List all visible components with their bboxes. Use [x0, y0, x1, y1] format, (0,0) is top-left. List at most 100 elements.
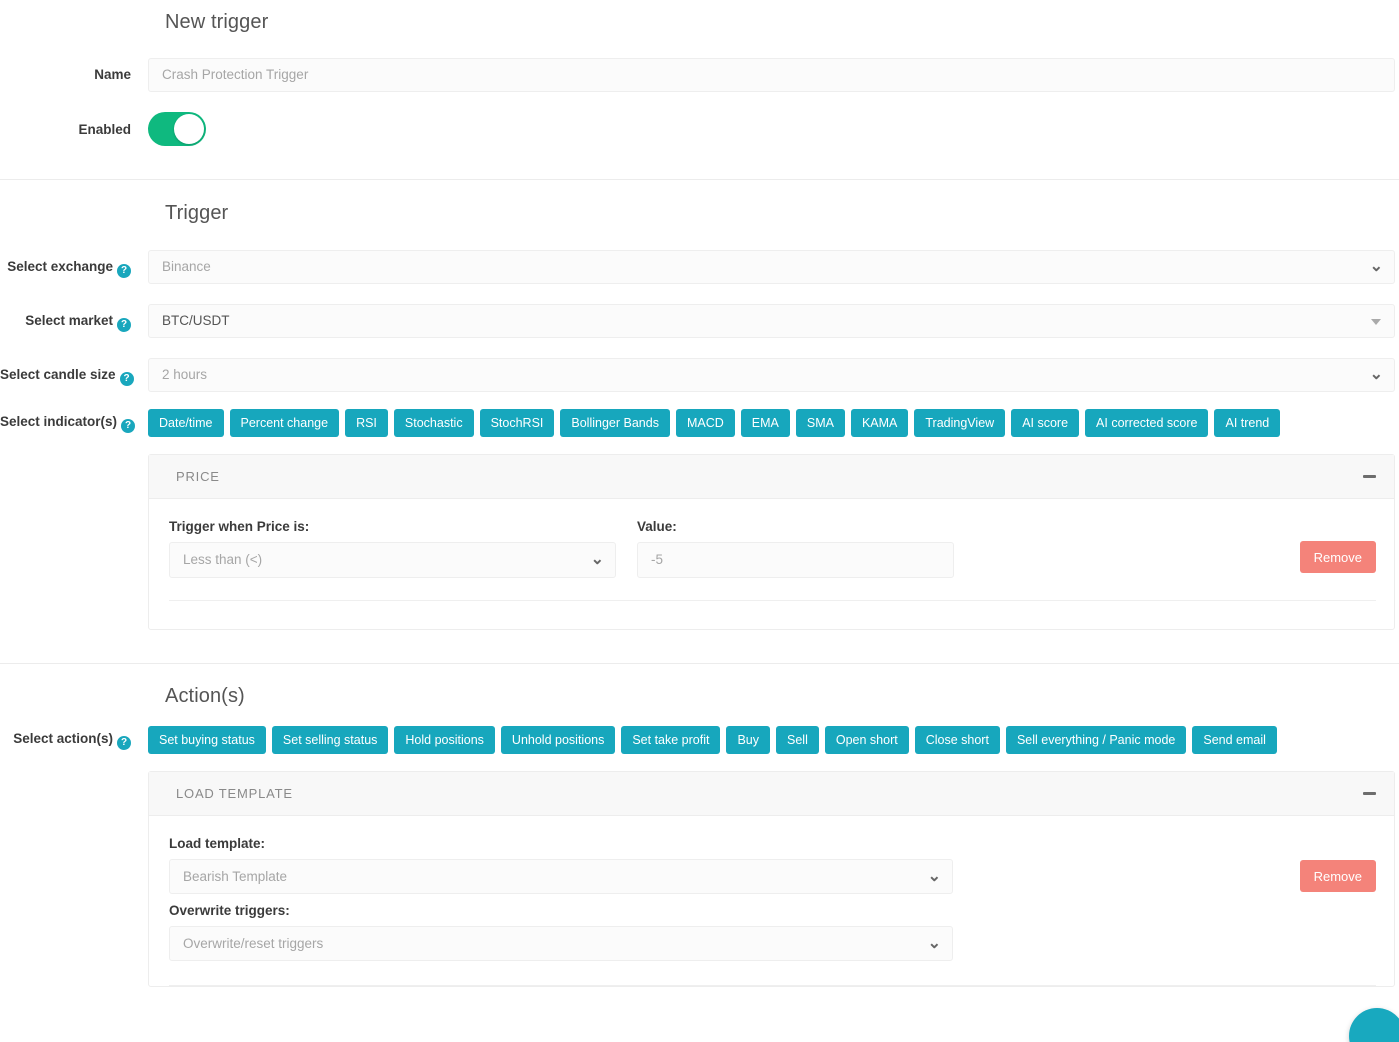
action-button-set-buying-status[interactable]: Set buying status: [148, 726, 266, 754]
price-panel-header: PRICE: [149, 455, 1394, 499]
price-condition-select[interactable]: Less than (<): [169, 542, 616, 578]
help-icon[interactable]: ?: [117, 264, 131, 278]
action-button-unhold-positions[interactable]: Unhold positions: [500, 726, 616, 754]
price-panel: PRICE Trigger when Price is: Less than (…: [148, 454, 1395, 630]
exchange-label: Select exchange?: [0, 250, 148, 278]
action-button-hold-positions[interactable]: Hold positions: [394, 726, 495, 754]
exchange-row: Select exchange? Binance ⌄: [0, 250, 1399, 284]
exchange-select-wrap: Binance ⌄: [148, 250, 1395, 284]
indicators-row: Select indicator(s)? Date/time Percent ch…: [0, 409, 1399, 630]
new-trigger-title: New trigger: [165, 11, 269, 33]
price-condition-group: Trigger when Price is: Less than (<) ⌄: [169, 519, 616, 578]
name-label: Name: [94, 67, 131, 82]
candle-size-label: Select candle size?: [0, 358, 148, 386]
indicator-button-percent-change[interactable]: Percent change: [229, 409, 340, 437]
indicator-button-ai-corrected-score[interactable]: AI corrected score: [1085, 409, 1209, 437]
action-button-close-short[interactable]: Close short: [914, 726, 1000, 754]
help-icon[interactable]: ?: [119, 372, 134, 386]
indicator-button-rsi[interactable]: RSI: [345, 409, 388, 437]
load-template-remove-wrap: Remove: [953, 836, 1376, 892]
market-label-text: Select market: [25, 313, 113, 328]
help-icon[interactable]: ?: [121, 419, 136, 433]
indicators-label: Select indicator(s)?: [0, 409, 148, 433]
indicator-button-stochrsi[interactable]: StochRSI: [479, 409, 555, 437]
candle-select-wrap: 2 hours ⌄: [148, 358, 1395, 392]
market-select-wrap: BTC/USDT: [148, 304, 1395, 338]
new-trigger-section: New trigger Name Crash Protection Trigge…: [0, 0, 1399, 151]
indicators-label-text: Select indicator(s): [0, 414, 118, 429]
name-input[interactable]: Crash Protection Trigger: [148, 58, 1395, 92]
load-template-select-wrap: Bearish Template ⌄: [169, 859, 953, 894]
enabled-row: Enabled: [0, 112, 1399, 151]
price-remove-wrap: Remove: [954, 519, 1376, 573]
load-template-select[interactable]: Bearish Template: [169, 859, 953, 894]
indicator-button-sma[interactable]: SMA: [795, 409, 845, 437]
select-actions-label-text: Select action(s): [13, 731, 113, 746]
price-condition-select-wrap: Less than (<) ⌄: [169, 542, 616, 578]
price-condition-label: Trigger when Price is:: [169, 519, 310, 534]
minus-icon[interactable]: [1363, 475, 1376, 478]
indicator-button-ema[interactable]: EMA: [740, 409, 790, 437]
price-value-group: Value: -5: [637, 519, 954, 578]
trigger-title: Trigger: [165, 202, 229, 224]
select-actions-row: Select action(s)? Set buying status Set s…: [0, 726, 1399, 987]
toggle-knob: [174, 114, 204, 144]
select-actions-label: Select action(s)?: [0, 726, 148, 750]
actions-ctrl: Set buying status Set selling status Hold …: [148, 726, 1399, 987]
indicator-button-ai-score[interactable]: AI score: [1011, 409, 1080, 437]
action-button-bar: Set buying status Set selling status Hold …: [148, 726, 1395, 754]
load-template-panel-body: Load template: Bearish Template ⌄ Overwr…: [149, 816, 1394, 986]
market-label: Select market?: [0, 304, 148, 332]
action-button-send-email[interactable]: Send email: [1192, 726, 1277, 754]
price-panel-body: Trigger when Price is: Less than (<) ⌄ V…: [149, 499, 1394, 629]
price-value-input[interactable]: -5: [637, 542, 954, 578]
indicators-ctrl: Date/time Percent change RSI Stochastic Stoc…: [148, 409, 1399, 630]
help-icon[interactable]: ?: [117, 318, 131, 332]
candle-row: Select candle size? 2 hours ⌄: [0, 358, 1399, 392]
load-template-label: Load template:: [169, 836, 266, 851]
exchange-field-wrap: Binance ⌄: [148, 250, 1399, 284]
overwrite-triggers-label: Overwrite triggers:: [169, 903, 290, 918]
minus-icon[interactable]: [1363, 792, 1376, 795]
enabled-toggle-wrap: [148, 112, 1399, 151]
indicator-button-tradingview[interactable]: TradingView: [914, 409, 1006, 437]
candle-size-label-text: Select candle size: [0, 367, 116, 382]
remove-button[interactable]: Remove: [1299, 541, 1376, 573]
price-value-label: Value:: [637, 519, 677, 534]
load-template-panel-title: LOAD TEMPLATE: [176, 786, 293, 801]
market-field-wrap: BTC/USDT: [148, 304, 1399, 338]
load-template-inner-divider: [169, 985, 1376, 986]
candle-field-wrap: 2 hours ⌄: [148, 358, 1399, 392]
name-field-wrap: Crash Protection Trigger: [148, 58, 1399, 92]
trigger-section: Trigger Select exchange? Binance ⌄ Selec…: [0, 180, 1399, 630]
action-button-sell-everything-panic-mode[interactable]: Sell everything / Panic mode: [1005, 726, 1187, 754]
candle-size-select[interactable]: 2 hours: [148, 358, 1395, 392]
indicator-button-kama[interactable]: KAMA: [850, 409, 909, 437]
market-row: Select market? BTC/USDT: [0, 304, 1399, 338]
indicator-button-bollinger-bands[interactable]: Bollinger Bands: [560, 409, 670, 437]
actions-title: Action(s): [165, 685, 245, 707]
market-select[interactable]: BTC/USDT: [148, 304, 1395, 338]
action-button-buy[interactable]: Buy: [726, 726, 771, 754]
action-button-set-take-profit[interactable]: Set take profit: [621, 726, 721, 754]
action-button-sell[interactable]: Sell: [776, 726, 819, 754]
help-icon[interactable]: ?: [117, 736, 131, 750]
price-panel-title: PRICE: [176, 469, 220, 484]
indicator-button-ai-trend[interactable]: AI trend: [1214, 409, 1281, 437]
trigger-editor-page: New trigger Name Crash Protection Trigge…: [0, 0, 1399, 1042]
load-template-fields: Load template: Bearish Template ⌄ Overwr…: [169, 836, 953, 961]
enabled-toggle[interactable]: [148, 112, 206, 146]
price-panel-spacer: [169, 601, 1376, 629]
exchange-label-text: Select exchange: [7, 259, 113, 274]
load-template-panel-header: LOAD TEMPLATE: [149, 772, 1394, 816]
indicator-button-macd[interactable]: MACD: [675, 409, 735, 437]
indicator-button-stochastic[interactable]: Stochastic: [393, 409, 474, 437]
remove-button[interactable]: Remove: [1299, 860, 1376, 892]
floating-action-button[interactable]: [1349, 1008, 1399, 1042]
load-template-panel: LOAD TEMPLATE Load template: Bearish Tem…: [148, 771, 1395, 987]
action-button-set-selling-status[interactable]: Set selling status: [271, 726, 389, 754]
overwrite-triggers-select[interactable]: Overwrite/reset triggers: [169, 926, 953, 961]
action-button-open-short[interactable]: Open short: [824, 726, 909, 754]
indicator-button-date-time[interactable]: Date/time: [148, 409, 224, 437]
exchange-select[interactable]: Binance: [148, 250, 1395, 284]
